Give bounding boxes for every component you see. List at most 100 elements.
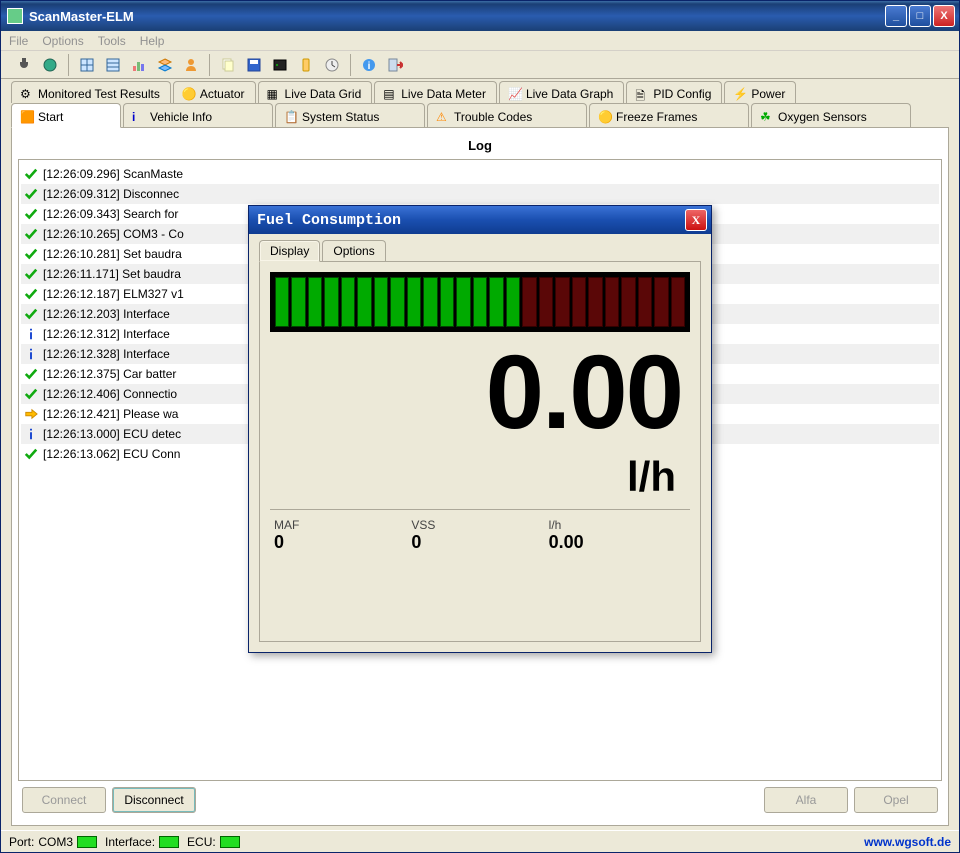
dialog-titlebar: Fuel Consumption X <box>249 206 711 234</box>
toolbar-globe-icon[interactable] <box>39 54 61 76</box>
tab-live-data-grid[interactable]: ▦Live Data Grid <box>258 81 373 103</box>
toolbar-save-icon[interactable] <box>243 54 265 76</box>
minimize-button[interactable]: _ <box>885 5 907 27</box>
check-icon <box>23 246 39 262</box>
tab-label: Monitored Test Results <box>38 87 160 101</box>
tab-freeze-frames[interactable]: 🟡Freeze Frames <box>589 103 749 127</box>
tab-label: Live Data Graph <box>526 87 613 101</box>
check-icon <box>23 366 39 382</box>
toolbar-device-icon[interactable] <box>295 54 317 76</box>
tab-row-bottom: 🟧Start iVehicle Info 📋System Status ⚠Tro… <box>1 103 959 127</box>
status-port-label: Port: <box>9 835 34 849</box>
log-text: [12:26:09.343] Search for <box>43 207 178 221</box>
toolbar-copy-icon[interactable] <box>217 54 239 76</box>
check-icon <box>23 386 39 402</box>
tab-monitored-test-results[interactable]: ⚙Monitored Test Results <box>11 81 171 103</box>
fuel-subgrid: MAF 0 VSS 0 l/h 0.00 <box>270 509 690 553</box>
tab-vehicle-info[interactable]: iVehicle Info <box>123 103 273 127</box>
gauge-bar <box>291 277 305 327</box>
maximize-button[interactable]: □ <box>909 5 931 27</box>
gauge-bar <box>506 277 520 327</box>
toolbar-exit-icon[interactable] <box>384 54 406 76</box>
gauge-bar <box>489 277 503 327</box>
tab-system-status[interactable]: 📋System Status <box>275 103 425 127</box>
log-text: [12:26:12.421] Please wa <box>43 407 178 421</box>
meter-icon: ▤ <box>383 87 397 101</box>
log-text: [12:26:13.062] ECU Conn <box>43 447 180 461</box>
gauge-bar <box>473 277 487 327</box>
menu-options[interactable]: Options <box>42 34 83 48</box>
dialog-tab-options[interactable]: Options <box>322 240 385 261</box>
toolbar-chart-icon[interactable] <box>128 54 150 76</box>
gauge-bar <box>671 277 685 327</box>
gauge-bar <box>407 277 421 327</box>
alfa-button[interactable]: Alfa <box>764 787 848 813</box>
toolbar-user-icon[interactable] <box>180 54 202 76</box>
lh-value: 0.00 <box>549 532 686 553</box>
fuel-gauge <box>270 272 690 332</box>
connect-button[interactable]: Connect <box>22 787 106 813</box>
dialog-tab-display[interactable]: Display <box>259 240 320 262</box>
log-text: [12:26:13.000] ECU detec <box>43 427 181 441</box>
gauge-bar <box>341 277 355 327</box>
menu-tools[interactable]: Tools <box>98 34 126 48</box>
log-text: [12:26:09.296] ScanMaste <box>43 167 183 181</box>
fuel-consumption-dialog: Fuel Consumption X Display Options 0.00 … <box>248 205 712 653</box>
menu-file[interactable]: File <box>9 34 28 48</box>
gauge-bar <box>572 277 586 327</box>
toolbar-grid2-icon[interactable] <box>102 54 124 76</box>
tab-trouble-codes[interactable]: ⚠Trouble Codes <box>427 103 587 127</box>
log-text: [12:26:12.312] Interface <box>43 327 170 341</box>
tab-label: Actuator <box>200 87 245 101</box>
toolbar-layers-icon[interactable] <box>154 54 176 76</box>
toolbar: i <box>1 51 959 79</box>
gauge-bar <box>605 277 619 327</box>
log-text: [12:26:12.375] Car batter <box>43 367 176 381</box>
status-port: Port: COM3 <box>9 835 97 849</box>
toolbar-clock-icon[interactable] <box>321 54 343 76</box>
status-interface: Interface: <box>105 835 179 849</box>
bottom-button-bar: Connect Disconnect Alfa Opel <box>18 781 942 817</box>
close-button[interactable]: X <box>933 5 955 27</box>
maf-value: 0 <box>274 532 411 553</box>
toolbar-info-icon[interactable]: i <box>358 54 380 76</box>
toolbar-terminal-icon[interactable] <box>269 54 291 76</box>
tab-oxygen-sensors[interactable]: ☘Oxygen Sensors <box>751 103 911 127</box>
gauge-bar <box>324 277 338 327</box>
maf-label: MAF <box>274 518 411 532</box>
menu-help[interactable]: Help <box>140 34 165 48</box>
power-icon: ⚡ <box>733 87 747 101</box>
log-text: [12:26:11.171] Set baudra <box>43 267 181 281</box>
ecu-led-icon <box>220 836 240 848</box>
gauge-bar <box>456 277 470 327</box>
info-icon: i <box>132 110 146 124</box>
log-line: [12:26:09.296] ScanMaste <box>21 164 939 184</box>
tab-pid-config[interactable]: 🗎PID Config <box>626 81 722 103</box>
check-icon <box>23 226 39 242</box>
disconnect-button[interactable]: Disconnect <box>112 787 196 813</box>
tab-label: PID Config <box>653 87 711 101</box>
gauge-bar <box>374 277 388 327</box>
opel-button[interactable]: Opel <box>854 787 938 813</box>
tab-label: Freeze Frames <box>616 110 697 124</box>
vendor-link[interactable]: www.wgsoft.de <box>864 835 951 849</box>
tab-live-data-meter[interactable]: ▤Live Data Meter <box>374 81 497 103</box>
tab-label: System Status <box>302 110 379 124</box>
interface-led-icon <box>159 836 179 848</box>
tab-actuator[interactable]: 🟡Actuator <box>173 81 256 103</box>
toolbar-grid1-icon[interactable] <box>76 54 98 76</box>
dialog-close-button[interactable]: X <box>685 209 707 231</box>
log-text: [12:26:12.203] Interface <box>43 307 170 321</box>
log-text: [12:26:12.406] Connectio <box>43 387 177 401</box>
tab-power[interactable]: ⚡Power <box>724 81 796 103</box>
log-text: [12:26:10.281] Set baudra <box>43 247 182 261</box>
log-line: [12:26:09.312] Disconnec <box>21 184 939 204</box>
toolbar-plug-icon[interactable] <box>13 54 35 76</box>
gauge-bar <box>423 277 437 327</box>
log-text: [12:26:09.312] Disconnec <box>43 187 179 201</box>
tab-start[interactable]: 🟧Start <box>11 103 121 128</box>
log-text: [12:26:10.265] COM3 - Co <box>43 227 184 241</box>
dialog-title: Fuel Consumption <box>257 212 685 229</box>
tab-live-data-graph[interactable]: 📈Live Data Graph <box>499 81 624 103</box>
log-text: [12:26:12.187] ELM327 v1 <box>43 287 184 301</box>
